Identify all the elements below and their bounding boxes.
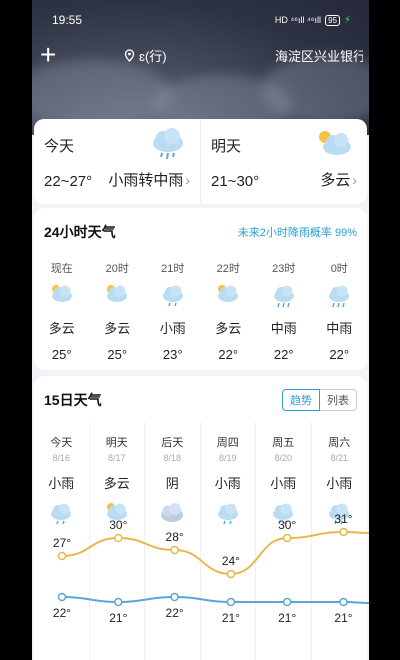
day-condition: 小雨 bbox=[48, 476, 75, 491]
hour-time: 23时 bbox=[272, 263, 296, 275]
daily-item[interactable]: 周六 8/21 小雨 bbox=[312, 422, 368, 660]
hourly-list[interactable]: 现在 多云 25° 20时 多云 25° 21时 小雨 23° 22时 多云 22° 23时 中雨 22° 0… bbox=[34, 260, 367, 362]
hour-temp: 23° bbox=[162, 347, 183, 362]
day-date: 8/16 bbox=[52, 453, 71, 463]
today-summary[interactable]: 今天 22~27° 小雨转中雨 › bbox=[34, 119, 200, 204]
rain-probability-note[interactable]: 未来2小时降雨概率 99% bbox=[238, 224, 357, 240]
top-bar: + ɛ(行) 海淀区兴业银行 bbox=[40, 41, 363, 69]
light-rain-icon bbox=[160, 282, 186, 308]
hour-condition: 中雨 bbox=[270, 321, 297, 336]
day-name: 明天 bbox=[105, 437, 128, 449]
status-bar: 19:55 HD ⁴⁶ıll ⁴⁶ıll 95 ⚡ bbox=[52, 12, 351, 28]
hourly-item: 20时多云 25° bbox=[90, 260, 146, 362]
day-name: 周四 bbox=[216, 437, 239, 449]
hour-temp: 22° bbox=[273, 347, 294, 362]
hour-time: 现在 bbox=[50, 263, 73, 275]
hour-time: 20时 bbox=[105, 263, 129, 275]
tomorrow-condition: 多云 › bbox=[320, 172, 357, 189]
today-condition: 小雨转中雨 › bbox=[108, 172, 190, 189]
daily-title: 15日天气 bbox=[44, 392, 102, 408]
hour-time: 0时 bbox=[330, 263, 348, 275]
day-date: 8/18 bbox=[163, 453, 182, 463]
daily-item[interactable]: 后天 8/18 阴 bbox=[145, 422, 201, 660]
hourly-forecast-card: 24小时天气 未来2小时降雨概率 99% 现在多云 25° 20时多云 25° 21时小… bbox=[34, 208, 367, 370]
day-condition: 小雨 bbox=[326, 476, 353, 491]
today-range: 22~27° bbox=[44, 173, 93, 190]
phone-screen: 19:55 HD ⁴⁶ıll ⁴⁶ıll 95 ⚡ + ɛ(行) 海淀区兴业银行… bbox=[32, 0, 369, 660]
daily-item[interactable]: 周五 8/20 小雨 bbox=[256, 422, 312, 660]
day-name: 周五 bbox=[272, 437, 295, 449]
day-condition: 阴 bbox=[165, 476, 179, 491]
partly-cloudy-icon bbox=[49, 282, 75, 308]
hourly-item: 23时中雨 22° bbox=[256, 260, 312, 362]
day-date: 8/20 bbox=[274, 453, 293, 463]
day-name: 周六 bbox=[328, 437, 351, 449]
charging-icon: ⚡ bbox=[343, 14, 351, 26]
partly-cloudy-icon bbox=[104, 282, 130, 308]
tomorrow-range: 21~30° bbox=[211, 173, 260, 190]
today-tomorrow-card: 今天 22~27° 小雨转中雨 › 明天 21~30° 多云 › bbox=[34, 119, 367, 204]
hourly-item: 现在多云 25° bbox=[34, 260, 90, 362]
hourly-item: 22时多云 22° bbox=[201, 260, 257, 362]
light-rain-icon bbox=[270, 500, 296, 525]
day-name: 后天 bbox=[161, 437, 184, 449]
hour-condition: 多云 bbox=[104, 321, 131, 336]
add-city-button[interactable]: + bbox=[40, 41, 64, 69]
hourly-item: 0时中雨 22° bbox=[312, 260, 368, 362]
day-condition: 小雨 bbox=[270, 476, 297, 491]
overcast-icon bbox=[159, 500, 185, 524]
partly-cloudy-icon bbox=[104, 500, 130, 524]
light-rain-icon bbox=[48, 500, 74, 525]
moderate-rain-icon bbox=[326, 282, 352, 308]
chevron-right-icon: › bbox=[352, 172, 357, 188]
tomorrow-summary[interactable]: 明天 21~30° 多云 › bbox=[200, 119, 367, 204]
status-time: 19:55 bbox=[52, 13, 83, 27]
day-date: 8/17 bbox=[107, 453, 126, 463]
hour-time: 22时 bbox=[216, 263, 240, 275]
day-date: 8/21 bbox=[330, 453, 349, 463]
day-condition: 多云 bbox=[103, 476, 130, 491]
hour-temp: 25° bbox=[107, 347, 128, 362]
hour-condition: 中雨 bbox=[326, 321, 353, 336]
daily-list[interactable]: 今天 8/16 小雨 明天 8/17 多云 后天 8/18 阴周四 8/19 小雨 周五 8/20 小雨周… bbox=[34, 422, 367, 660]
signal-indicator: HD ⁴⁶ıll ⁴⁶ıll bbox=[274, 15, 322, 25]
day-date: 8/19 bbox=[218, 453, 237, 463]
partly-cloudy-icon bbox=[215, 282, 241, 308]
hourly-item: 21时小雨 23° bbox=[145, 260, 201, 362]
location-name[interactable]: 海淀区兴业银行 bbox=[275, 46, 363, 65]
daily-item[interactable]: 今天 8/16 小雨 bbox=[34, 422, 90, 660]
hour-time: 21时 bbox=[161, 263, 185, 275]
hour-temp: 25° bbox=[51, 347, 72, 362]
location-short: ɛ(行) bbox=[139, 48, 167, 64]
partly-cloudy-icon bbox=[319, 131, 351, 155]
location-button[interactable]: ɛ(行) bbox=[124, 46, 167, 65]
hourly-title: 24小时天气 bbox=[44, 224, 116, 240]
light-rain-icon bbox=[215, 500, 241, 525]
moderate-rain-icon bbox=[271, 282, 297, 308]
hour-condition: 小雨 bbox=[159, 321, 186, 336]
day-condition: 小雨 bbox=[214, 476, 241, 491]
battery-indicator: 95 bbox=[325, 14, 340, 26]
hour-condition: 多云 bbox=[48, 321, 75, 336]
rain-cloud-icon bbox=[153, 128, 183, 160]
daily-item[interactable]: 明天 8/17 多云 bbox=[90, 422, 145, 660]
daily-forecast-card: 15日天气 趋势 列表 今天 8/16 小雨 明天 8/17 多云 后天 8/18 阴 周四 8/1… bbox=[34, 376, 369, 660]
daily-item[interactable]: 周四 8/19 小雨 bbox=[201, 422, 256, 660]
hour-condition: 多云 bbox=[215, 321, 242, 336]
location-pin-icon bbox=[124, 48, 135, 62]
view-toggle: 趋势 列表 bbox=[282, 389, 357, 411]
list-tab[interactable]: 列表 bbox=[320, 389, 357, 411]
chevron-right-icon: › bbox=[185, 172, 190, 188]
light-rain-icon bbox=[326, 500, 352, 525]
hour-temp: 22° bbox=[218, 347, 239, 362]
trend-tab[interactable]: 趋势 bbox=[282, 389, 320, 411]
hour-temp: 22° bbox=[329, 347, 350, 362]
day-name: 今天 bbox=[50, 437, 73, 449]
